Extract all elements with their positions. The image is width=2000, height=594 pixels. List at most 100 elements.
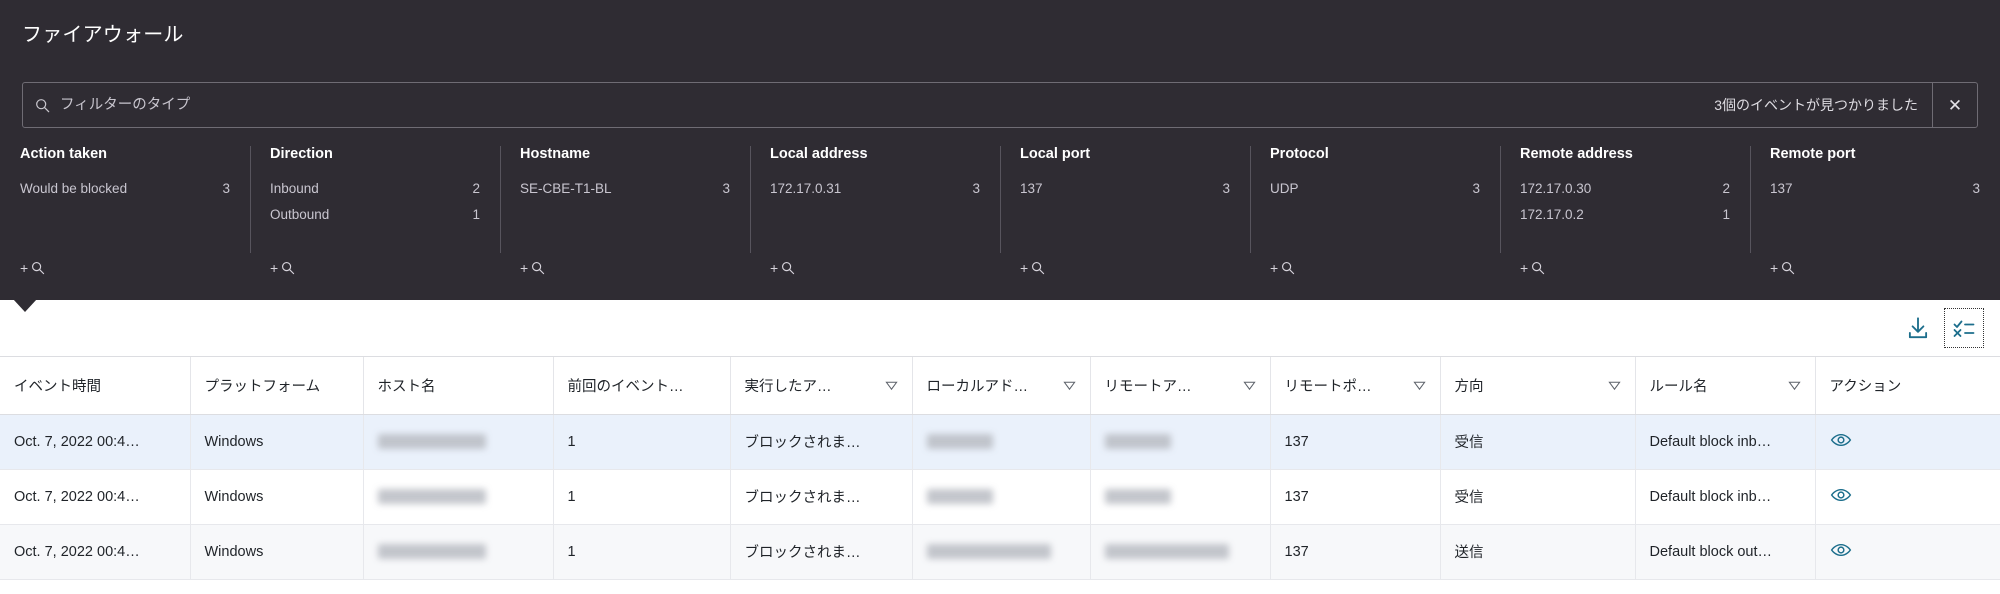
column-filter-icon[interactable] (1412, 379, 1426, 392)
search-icon (35, 98, 50, 113)
column-filter-icon[interactable] (884, 379, 898, 392)
table-row[interactable]: Oct. 7, 2022 00:4… Windows 1 ブロックされま… 137 受信 D… (0, 469, 2000, 525)
facet-add-search-button[interactable]: + (1020, 260, 1045, 276)
plus-icon: + (1520, 260, 1529, 276)
facet-value-label: UDP (1270, 181, 1299, 196)
view-details-button[interactable] (1830, 484, 1852, 506)
column-header-2[interactable]: ホスト名 (363, 357, 554, 415)
cell-rule-name: Default block inb… (1635, 469, 1816, 525)
view-details-button[interactable] (1830, 429, 1852, 451)
search-icon (1531, 261, 1545, 275)
facet-title: Direction (270, 146, 333, 162)
facet-local-address: Local address 172.17.0.31 3 + (750, 146, 1000, 284)
facet-value-row[interactable]: 137 3 (1020, 176, 1230, 202)
facet-value-row[interactable]: Inbound 2 (270, 176, 480, 202)
facet-value-row[interactable]: Outbound 1 (270, 202, 480, 228)
firewall-filter-panel: ファイアウォール 3個のイベントが見つかりました ✕ Action taken W… (0, 0, 2000, 300)
column-header-5[interactable]: ローカルアド… (912, 357, 1091, 415)
search-icon (781, 261, 795, 275)
column-header-label: アクション (1829, 378, 1902, 395)
cell-remote-address (1090, 524, 1271, 580)
redacted-value (1104, 544, 1229, 560)
cell-previous-event-count: 1 (553, 414, 731, 470)
filter-search-zone[interactable] (23, 83, 1705, 127)
search-icon (531, 261, 545, 275)
column-header-7[interactable]: リモートポ… (1270, 357, 1441, 415)
events-table-body: Oct. 7, 2022 00:4… Windows 1 ブロックされま… 137 受信 D… (0, 414, 2000, 580)
cell-direction: 受信 (1440, 469, 1636, 525)
clear-filter-button[interactable]: ✕ (1932, 83, 1977, 127)
facet-value-label: 172.17.0.31 (770, 181, 842, 196)
facet-value-count: 3 (1972, 181, 1980, 196)
facet-value-row[interactable]: 172.17.0.31 3 (770, 176, 980, 202)
download-button[interactable] (1898, 308, 1938, 348)
search-input[interactable] (60, 83, 1705, 127)
facet-add-search-button[interactable]: + (1520, 260, 1545, 276)
cell-local-address (912, 524, 1091, 580)
facet-add-search-button[interactable]: + (270, 260, 295, 276)
facet-value-label: 137 (1770, 181, 1793, 196)
column-filter-icon[interactable] (1062, 379, 1076, 392)
column-header-8[interactable]: 方向 (1440, 357, 1636, 415)
facet-value-row[interactable]: 172.17.0.2 1 (1520, 202, 1730, 228)
facet-hostname: Hostname SE-CBE-T1-BL 3 + (500, 146, 750, 284)
facet-add-search-button[interactable]: + (20, 260, 45, 276)
view-details-button[interactable] (1830, 539, 1852, 561)
column-header-label: プラットフォーム (204, 378, 321, 395)
facet-add-search-button[interactable]: + (770, 260, 795, 276)
column-filter-icon[interactable] (1787, 379, 1801, 392)
column-filter-icon[interactable] (1607, 379, 1621, 392)
search-icon (1781, 261, 1795, 275)
column-header-10[interactable]: アクション (1815, 357, 2000, 415)
cell-previous-event-count: 1 (553, 524, 731, 580)
facet-direction: Direction Inbound 2 Outbound 1 + (250, 146, 500, 284)
facet-value-label: Inbound (270, 181, 319, 196)
events-table-header-row: イベント時間 プラットフォーム ホスト名 前回のイベント… 実行したア… ローカルアド… リ… (0, 357, 2000, 415)
cell-event-time: Oct. 7, 2022 00:4… (0, 469, 191, 525)
facet-value-row[interactable]: SE-CBE-T1-BL 3 (520, 176, 730, 202)
panel-caret-icon (13, 299, 37, 312)
facet-value-label: 137 (1020, 181, 1043, 196)
column-chooser-button[interactable] (1944, 308, 1984, 348)
facet-value-row[interactable]: 172.17.0.30 2 (1520, 176, 1730, 202)
facet-add-search-button[interactable]: + (1270, 260, 1295, 276)
column-header-1[interactable]: プラットフォーム (190, 357, 364, 415)
facet-add-search-button[interactable]: + (1770, 260, 1795, 276)
events-table-head: イベント時間 プラットフォーム ホスト名 前回のイベント… 実行したア… ローカルアド… リ… (0, 357, 2000, 415)
redacted-value (377, 544, 486, 560)
column-header-0[interactable]: イベント時間 (0, 357, 191, 415)
column-header-4[interactable]: 実行したア… (730, 357, 913, 415)
facet-value-count: 1 (472, 207, 480, 222)
facet-value-row[interactable]: Would be blocked 3 (20, 176, 230, 202)
cell-rule-name: Default block out… (1635, 524, 1816, 580)
column-header-6[interactable]: リモートア… (1090, 357, 1271, 415)
facet-value-label: Outbound (270, 207, 330, 222)
redacted-value (377, 489, 486, 505)
facet-add-search-button[interactable]: + (520, 260, 545, 276)
column-header-3[interactable]: 前回のイベント… (553, 357, 731, 415)
facet-remote-address: Remote address 172.17.0.30 2 172.17.0.2 1 + (1500, 146, 1750, 284)
facet-local-port: Local port 137 3 + (1000, 146, 1250, 284)
cell-event-time: Oct. 7, 2022 00:4… (0, 524, 191, 580)
table-row[interactable]: Oct. 7, 2022 00:4… Windows 1 ブロックされま… 137 送信 D… (0, 524, 2000, 580)
column-filter-icon[interactable] (1242, 379, 1256, 392)
cell-remote-port: 137 (1270, 414, 1441, 470)
column-header-label: 実行したア… (744, 378, 832, 395)
search-icon (281, 261, 295, 275)
facet-value-row[interactable]: 137 3 (1770, 176, 1980, 202)
column-header-9[interactable]: ルール名 (1635, 357, 1816, 415)
facet-grid: Action taken Would be blocked 3 + Direction I… (0, 146, 2000, 284)
plus-icon: + (270, 260, 279, 276)
cell-remote-address (1090, 469, 1271, 525)
table-row[interactable]: Oct. 7, 2022 00:4… Windows 1 ブロックされま… 137 受信 D… (0, 414, 2000, 470)
facet-value-count: 3 (972, 181, 980, 196)
cell-hostname (363, 524, 554, 580)
facet-value-row[interactable]: UDP 3 (1270, 176, 1480, 202)
facet-value-label: 172.17.0.2 (1520, 207, 1584, 222)
cell-action-taken: ブロックされま… (730, 414, 913, 470)
cell-platform: Windows (190, 524, 364, 580)
facet-value-count: 3 (222, 181, 230, 196)
facet-value-label: Would be blocked (20, 181, 128, 196)
plus-icon: + (520, 260, 529, 276)
download-icon (1905, 315, 1931, 341)
